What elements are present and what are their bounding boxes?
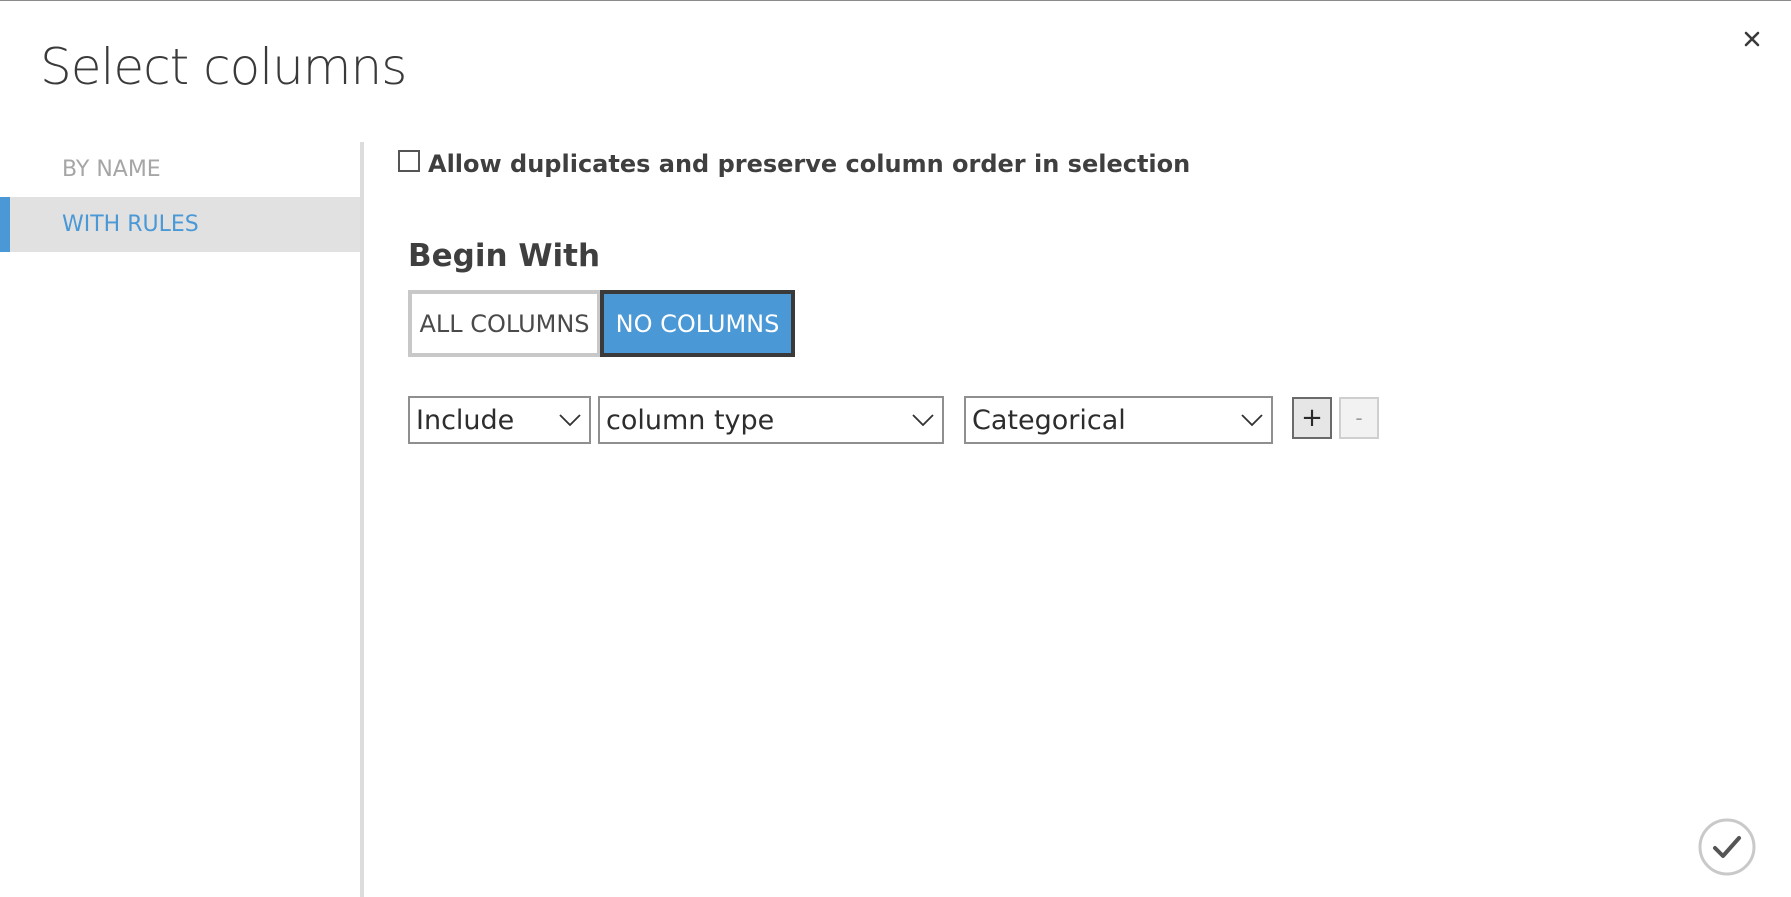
nav-item-by-name[interactable]: BY NAME (0, 142, 362, 197)
close-icon[interactable] (1739, 26, 1765, 52)
rule-criterion-select[interactable]: column type (598, 396, 944, 444)
chevron-down-icon (555, 414, 585, 426)
rule-action-value: Include (416, 404, 515, 436)
nav-divider (360, 142, 364, 897)
chevron-down-icon (908, 414, 938, 426)
rule-criterion-value: column type (606, 404, 775, 436)
nav-item-label: WITH RULES (62, 212, 199, 237)
begin-with-heading: Begin With (408, 238, 601, 274)
add-rule-button[interactable]: + (1292, 397, 1332, 439)
rule-action-select[interactable]: Include (408, 396, 591, 444)
nav-item-label: BY NAME (62, 157, 161, 182)
chevron-down-icon (1237, 414, 1267, 426)
dialog-title: Select columns (40, 38, 407, 96)
allow-duplicates-label[interactable]: Allow duplicates and preserve column ord… (428, 150, 1190, 178)
top-border (0, 0, 1791, 1)
allow-duplicates-checkbox[interactable] (398, 150, 420, 172)
checkmark-icon (1698, 818, 1756, 876)
sidebar-nav: BY NAME WITH RULES (0, 142, 362, 252)
confirm-button[interactable] (1697, 817, 1757, 877)
nav-item-with-rules[interactable]: WITH RULES (0, 197, 362, 252)
allow-duplicates-row: Allow duplicates and preserve column ord… (398, 150, 1190, 178)
rule-type-value: Categorical (972, 404, 1126, 436)
remove-rule-button[interactable]: - (1339, 397, 1379, 439)
all-columns-button[interactable]: ALL COLUMNS (408, 290, 601, 357)
no-columns-button[interactable]: NO COLUMNS (600, 290, 795, 357)
rule-type-select[interactable]: Categorical (964, 396, 1273, 444)
